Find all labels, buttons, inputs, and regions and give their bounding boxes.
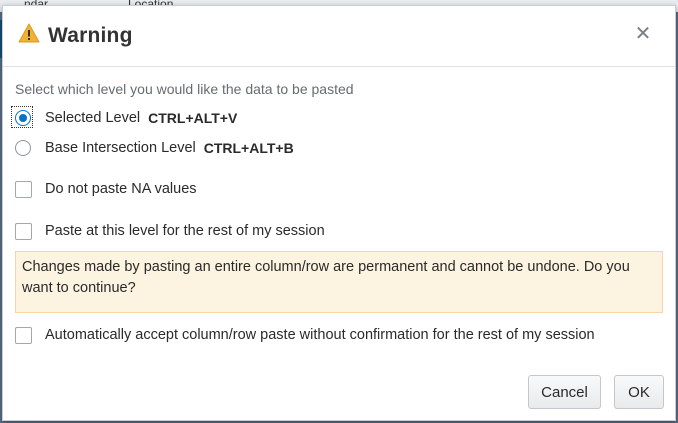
prompt-text: Select which level you would like the da… — [15, 81, 354, 97]
checkbox-label-no-na-values: Do not paste NA values — [45, 181, 197, 197]
radio-label-selected-level: Selected Level — [45, 110, 141, 126]
radio-selected-level-wrapper[interactable] — [11, 106, 45, 128]
radio-selected-level[interactable] — [15, 110, 31, 126]
cancel-button[interactable]: Cancel — [528, 375, 601, 409]
warning-triangle-icon — [18, 23, 40, 43]
checkbox-auto-accept[interactable] — [15, 326, 32, 344]
ok-button[interactable]: OK — [614, 375, 664, 409]
checkbox-row-auto-accept[interactable]: Automatically accept column/row paste wi… — [15, 324, 595, 346]
shortcut-selected-level: CTRL+ALT+V — [148, 110, 238, 126]
dialog-title: Warning — [48, 24, 133, 47]
checkbox-row-no-na[interactable]: Do not paste NA values — [15, 178, 197, 200]
radio-option-base-intersection-level[interactable]: Base Intersection Level CTRL+ALT+B — [15, 137, 294, 159]
checkbox-no-na-values[interactable] — [15, 180, 32, 198]
warning-dialog: Warning ✕ Select which level you would l… — [2, 5, 676, 421]
radio-base-intersection-level[interactable] — [15, 140, 31, 156]
checkbox-row-paste-session[interactable]: Paste at this level for the rest of my s… — [15, 220, 325, 242]
dialog-header: Warning ✕ — [3, 6, 675, 67]
checkbox-label-paste-level-session: Paste at this level for the rest of my s… — [45, 223, 325, 239]
close-button[interactable]: ✕ — [633, 24, 653, 44]
radio-option-selected-level[interactable]: Selected Level CTRL+ALT+V — [11, 106, 238, 129]
warning-alert-message: Changes made by pasting an entire column… — [15, 251, 663, 313]
checkbox-paste-level-session[interactable] — [15, 222, 32, 240]
radio-label-base-intersection-level: Base Intersection Level — [45, 140, 196, 156]
shortcut-base-intersection-level: CTRL+ALT+B — [203, 140, 294, 156]
checkbox-label-auto-accept: Automatically accept column/row paste wi… — [45, 327, 595, 343]
